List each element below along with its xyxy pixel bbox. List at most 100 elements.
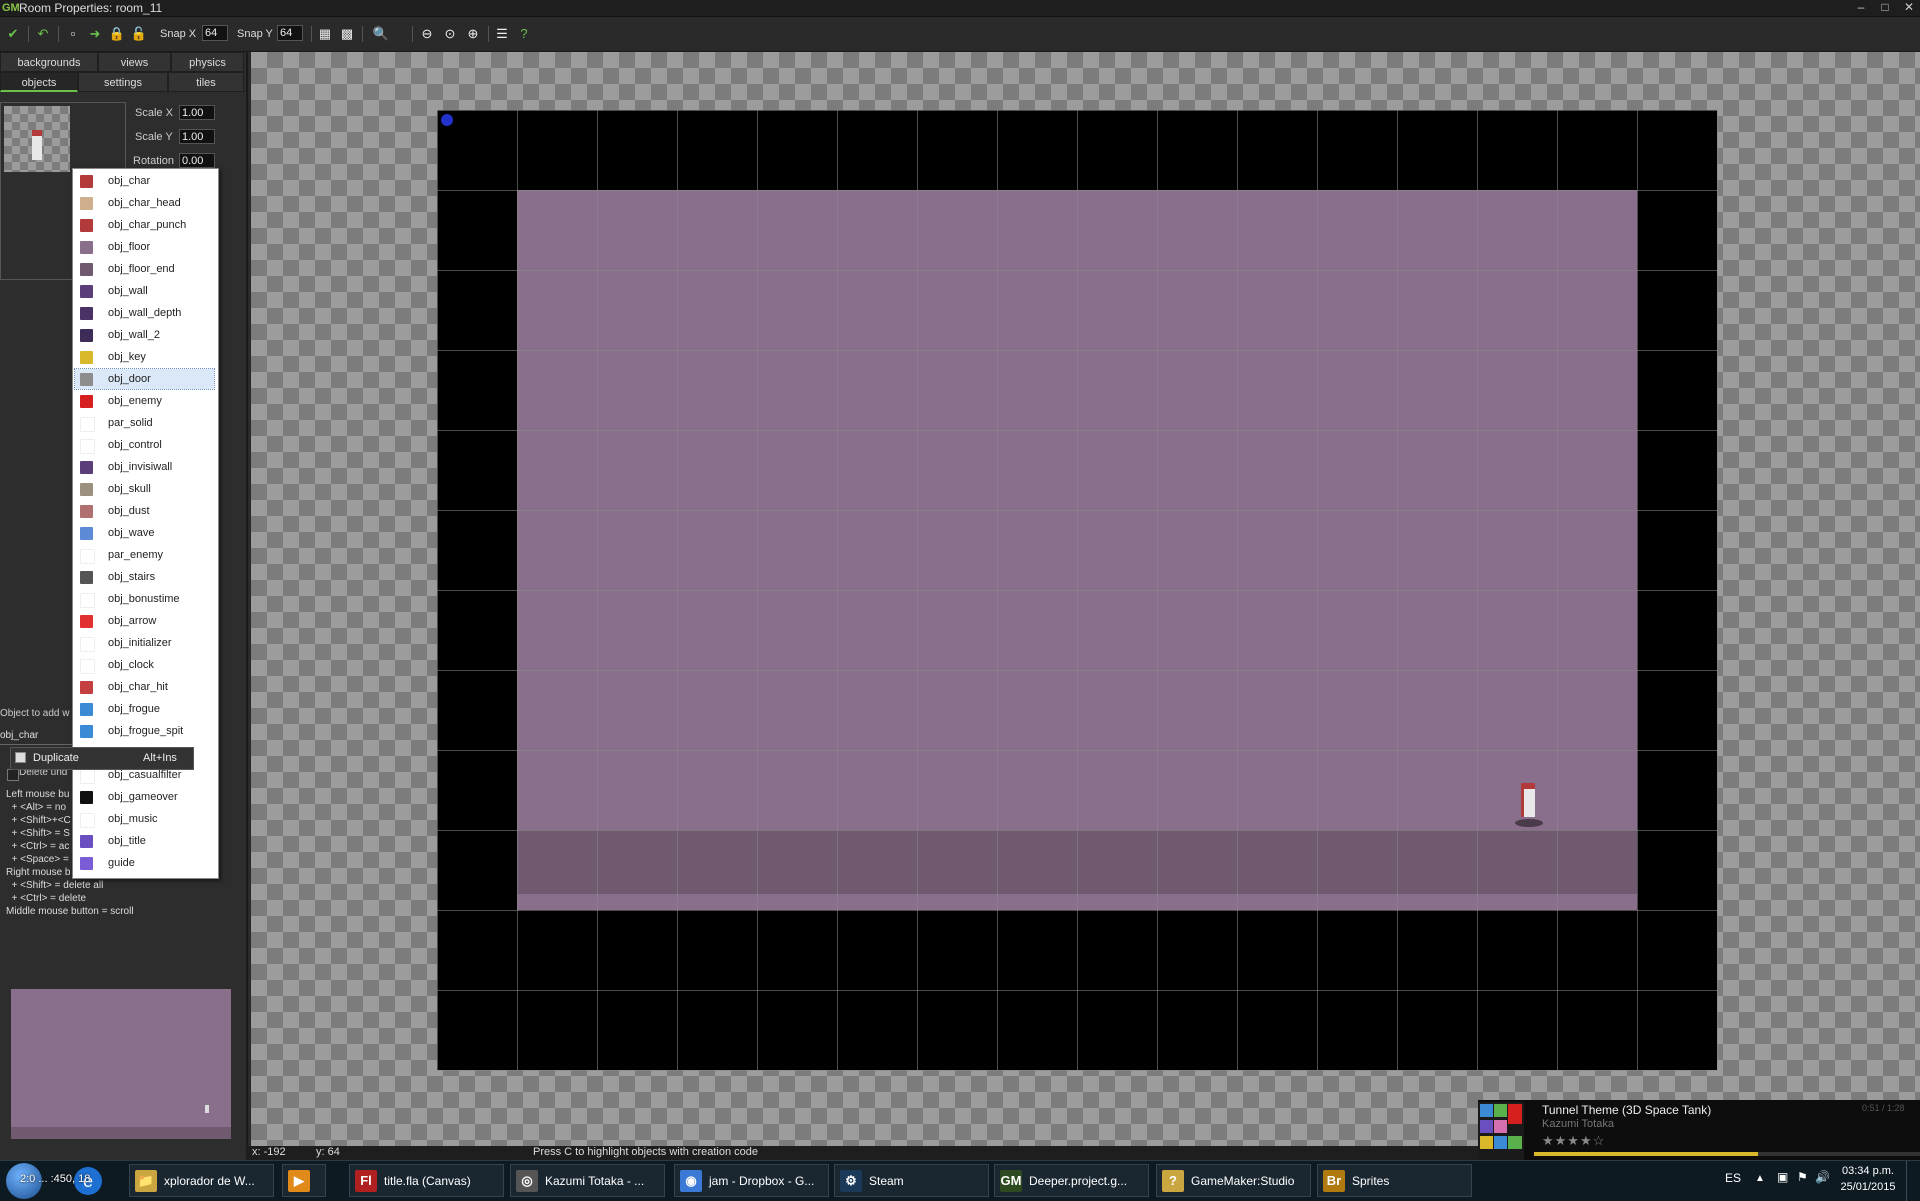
help-icon[interactable]: ? bbox=[515, 25, 533, 43]
isometric-grid-icon[interactable]: ▩ bbox=[338, 25, 356, 43]
zoom-in-icon[interactable]: ⊕ bbox=[464, 25, 482, 43]
clock-date[interactable]: 25/01/2015 bbox=[1836, 1181, 1900, 1193]
dropdown-item-obj-char-head[interactable]: obj_char_head bbox=[75, 193, 214, 213]
tab-settings[interactable]: settings bbox=[78, 72, 168, 92]
track-time: 0:51 / 1:28 bbox=[1862, 1103, 1905, 1113]
taskbar-app-icon: ▶ bbox=[288, 1170, 310, 1192]
dropdown-item-obj-frogue-spit[interactable]: obj_frogue_spit bbox=[75, 721, 214, 741]
tab-physics[interactable]: physics bbox=[171, 52, 244, 72]
dropdown-item-par-enemy[interactable]: par_enemy bbox=[75, 545, 214, 565]
dropdown-item-obj-bonustime[interactable]: obj_bonustime bbox=[75, 589, 214, 609]
dropdown-item-obj-wall-2[interactable]: obj_wall_2 bbox=[75, 325, 214, 345]
rating-stars[interactable]: ★★★★☆ bbox=[1542, 1133, 1605, 1149]
zoom-reset-icon[interactable]: ⊙ bbox=[441, 25, 459, 43]
character-instance[interactable] bbox=[1515, 783, 1543, 833]
clock-time[interactable]: 03:34 p.m. bbox=[1838, 1165, 1898, 1177]
dropdown-item-label: obj_bonustime bbox=[108, 593, 180, 605]
taskbar-item[interactable]: ▶ bbox=[282, 1164, 326, 1197]
room-canvas[interactable] bbox=[251, 52, 1920, 1147]
tab-objects[interactable]: objects bbox=[0, 72, 78, 92]
grid-toggle-icon[interactable]: ▦ bbox=[316, 25, 334, 43]
dropdown-item-obj-control[interactable]: obj_control bbox=[75, 435, 214, 455]
dropdown-item-obj-enemy[interactable]: obj_enemy bbox=[75, 391, 214, 411]
dropdown-item-guide[interactable]: guide bbox=[75, 853, 214, 873]
list-icon[interactable]: ☰ bbox=[493, 25, 511, 43]
taskbar-item[interactable]: ◎ Kazumi Totaka - ... bbox=[510, 1164, 665, 1197]
dropdown-item-label: obj_invisiwall bbox=[108, 461, 173, 473]
maximize-button[interactable]: □ bbox=[1874, 1, 1896, 15]
taskbar-item[interactable]: ◉ jam - Dropbox - G... bbox=[674, 1164, 829, 1197]
dropdown-item-obj-title[interactable]: obj_title bbox=[75, 831, 214, 851]
zoom-out-icon[interactable]: ⊖ bbox=[418, 25, 436, 43]
object-sprite-icon bbox=[80, 329, 93, 342]
delete-underlying-checkbox[interactable] bbox=[7, 769, 19, 781]
dropdown-item-obj-frogue[interactable]: obj_frogue bbox=[75, 699, 214, 719]
dropdown-item-obj-wall[interactable]: obj_wall bbox=[75, 281, 214, 301]
grid-overlay bbox=[437, 110, 1718, 1071]
track-progress-bar[interactable] bbox=[1534, 1152, 1920, 1156]
dropdown-item-obj-key[interactable]: obj_key bbox=[75, 347, 214, 367]
dropdown-item-obj-char-punch[interactable]: obj_char_punch bbox=[75, 215, 214, 235]
dropdown-item-obj-initializer[interactable]: obj_initializer bbox=[75, 633, 214, 653]
dropdown-item-obj-wave[interactable]: obj_wave bbox=[75, 523, 214, 543]
unlock-icon[interactable]: 🔓 bbox=[130, 25, 148, 43]
tab-backgrounds[interactable]: backgrounds bbox=[0, 52, 98, 72]
undo-icon[interactable]: ↶ bbox=[34, 25, 52, 43]
dropdown-item-label: obj_wall bbox=[108, 285, 148, 297]
taskbar-item[interactable]: Fl title.fla (Canvas) bbox=[349, 1164, 504, 1197]
rotation-input[interactable] bbox=[179, 153, 215, 168]
tab-views[interactable]: views bbox=[98, 52, 171, 72]
taskbar-item[interactable]: ? GameMaker:Studio bbox=[1156, 1164, 1311, 1197]
dropdown-item-obj-floor[interactable]: obj_floor bbox=[75, 237, 214, 257]
taskbar: e 2:0 ... :450, 18 📁 xplorador de W... ▶ Fl… bbox=[0, 1160, 1920, 1201]
object-sprite-icon bbox=[80, 813, 95, 828]
object-select-field[interactable]: obj_char bbox=[0, 730, 80, 745]
dropdown-item-obj-skull[interactable]: obj_skull bbox=[75, 479, 214, 499]
scale-y-input[interactable] bbox=[179, 129, 215, 144]
arrow-right-icon[interactable]: ➜ bbox=[86, 25, 104, 43]
room-preview[interactable] bbox=[11, 989, 231, 1139]
flag-icon[interactable]: ⚑ bbox=[1797, 1170, 1808, 1184]
context-menu-duplicate[interactable]: Duplicate Alt+Ins bbox=[10, 747, 194, 770]
dropdown-item-obj-music[interactable]: obj_music bbox=[75, 809, 214, 829]
taskbar-item[interactable]: 📁 xplorador de W... bbox=[129, 1164, 274, 1197]
object-dropdown-list[interactable]: obj_char obj_char_head obj_char_punch obj_f… bbox=[72, 168, 219, 879]
taskbar-item-label: Steam bbox=[869, 1174, 904, 1188]
dropdown-item-obj-wall-depth[interactable]: obj_wall_depth bbox=[75, 303, 214, 323]
dropdown-item-obj-dust[interactable]: obj_dust bbox=[75, 501, 214, 521]
taskbar-item[interactable]: GM Deeper.project.g... bbox=[994, 1164, 1149, 1197]
help-line: + <Ctrl> = ac bbox=[6, 841, 70, 852]
dropdown-item-obj-arrow[interactable]: obj_arrow bbox=[75, 611, 214, 631]
track-progress-fill bbox=[1534, 1152, 1758, 1156]
grid-line-horizontal bbox=[437, 910, 1717, 911]
dropdown-item-obj-clock[interactable]: obj_clock bbox=[75, 655, 214, 675]
dropdown-item-obj-stairs[interactable]: obj_stairs bbox=[75, 567, 214, 587]
dropdown-item-obj-char-hit[interactable]: obj_char_hit bbox=[75, 677, 214, 697]
new-document-icon[interactable]: ▫ bbox=[64, 25, 82, 43]
control-object-icon[interactable] bbox=[441, 114, 453, 126]
show-desktop-button[interactable] bbox=[1906, 1161, 1920, 1201]
volume-icon[interactable]: 🔊 bbox=[1815, 1170, 1830, 1184]
lock-icon[interactable]: 🔒 bbox=[108, 25, 126, 43]
tray-expand-icon[interactable]: ▲ bbox=[1755, 1173, 1765, 1184]
zoom-dropdown-icon[interactable]: 🔍 bbox=[372, 25, 390, 43]
toolbar: ✔ ↶ ▫ ➜ 🔒 🔓 Snap X Snap Y ▦ ▩ 🔍 ⊖ ⊙ ⊕ ☰ … bbox=[0, 17, 1920, 52]
dropdown-item-obj-gameover[interactable]: obj_gameover bbox=[75, 787, 214, 807]
minimize-button[interactable]: – bbox=[1850, 1, 1872, 15]
network-icon[interactable]: ▣ bbox=[1777, 1170, 1788, 1184]
dropdown-item-par-solid[interactable]: par_solid bbox=[75, 413, 214, 433]
dropdown-item-obj-door[interactable]: obj_door bbox=[74, 368, 215, 390]
dropdown-item-obj-invisiwall[interactable]: obj_invisiwall bbox=[75, 457, 214, 477]
room-area[interactable] bbox=[437, 110, 1718, 1071]
snap-y-input[interactable] bbox=[277, 25, 303, 41]
dropdown-item-obj-floor-end[interactable]: obj_floor_end bbox=[75, 259, 214, 279]
confirm-check-icon[interactable]: ✔ bbox=[4, 25, 22, 43]
scale-x-input[interactable] bbox=[179, 105, 215, 120]
snap-x-input[interactable] bbox=[202, 25, 228, 41]
dropdown-item-obj-char[interactable]: obj_char bbox=[75, 171, 214, 191]
taskbar-item[interactable]: Br Sprites bbox=[1317, 1164, 1472, 1197]
language-indicator[interactable]: ES bbox=[1725, 1171, 1741, 1185]
taskbar-item[interactable]: ⚙ Steam bbox=[834, 1164, 989, 1197]
tab-tiles[interactable]: tiles bbox=[168, 72, 244, 92]
close-button[interactable]: ✕ bbox=[1898, 1, 1920, 15]
